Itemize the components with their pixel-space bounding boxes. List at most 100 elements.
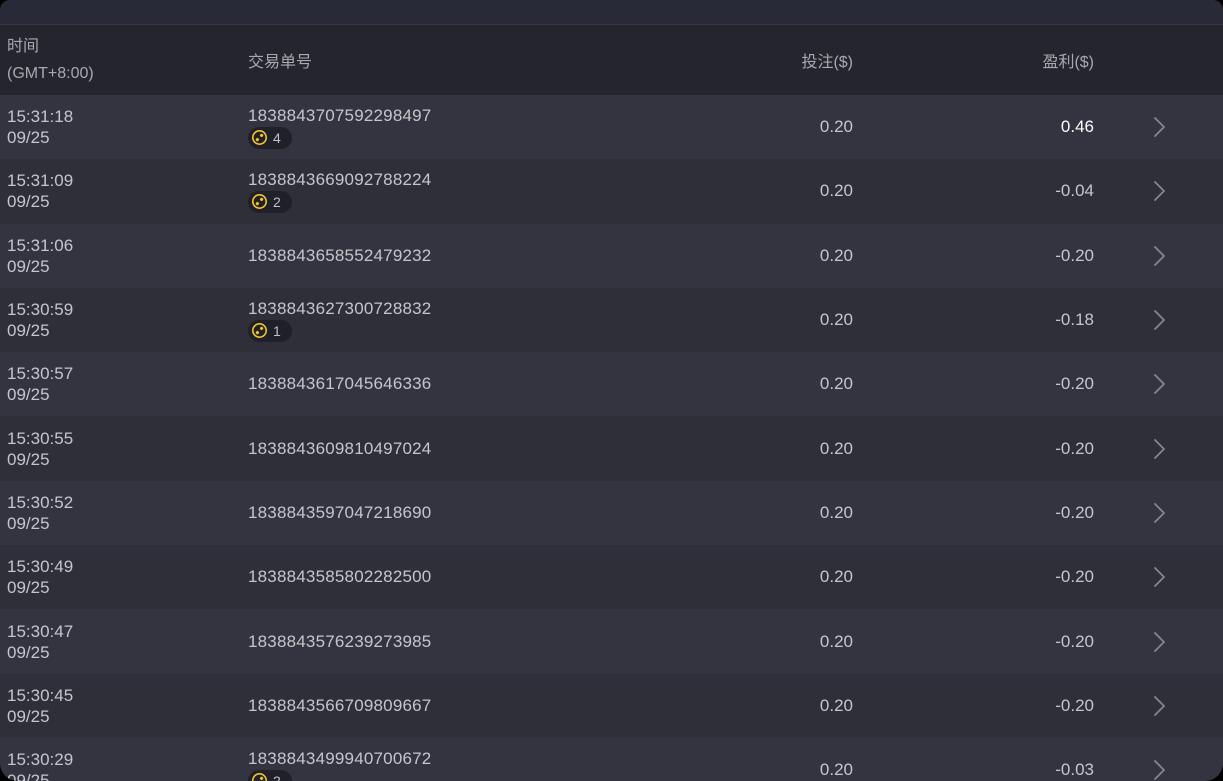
table-row[interactable]: 15:30:47 09/25 1838843576239273985 0.20 …: [0, 609, 1223, 673]
table-row[interactable]: 15:30:45 09/25 1838843566709809667 0.20 …: [0, 674, 1223, 738]
flash-circle-icon: [251, 129, 268, 146]
row-profit-value: -0.20: [853, 246, 1094, 266]
chevron-right-icon: [1146, 693, 1172, 719]
row-profit-value: -0.20: [853, 567, 1094, 587]
table-row[interactable]: 15:30:52 09/25 1838843597047218690 0.20 …: [0, 481, 1223, 545]
combo-badge-count: 2: [273, 194, 281, 210]
row-time-value: 15:30:55: [7, 428, 248, 449]
chevron-right-icon: [1146, 757, 1172, 781]
row-detail-button[interactable]: [1094, 500, 1223, 526]
row-detail-button[interactable]: [1094, 243, 1223, 269]
row-detail-button[interactable]: [1094, 757, 1223, 781]
row-profit-value: -0.04: [853, 181, 1094, 201]
combo-badge: 1: [248, 320, 292, 342]
row-detail-button[interactable]: [1094, 307, 1223, 333]
row-order: 1838843609810497024: [248, 439, 608, 459]
row-order: 1838843566709809667: [248, 696, 608, 716]
combo-badge: 4: [248, 127, 292, 149]
row-time: 15:30:45 09/25: [0, 685, 248, 727]
row-profit-value: -0.18: [853, 310, 1094, 330]
row-time: 15:31:09 09/25: [0, 170, 248, 212]
row-profit-value: -0.20: [853, 696, 1094, 716]
row-date-value: 09/25: [7, 513, 248, 534]
row-time-value: 15:30:49: [7, 556, 248, 577]
row-time-value: 15:30:47: [7, 621, 248, 642]
table-row[interactable]: 15:31:06 09/25 1838843658552479232 0.20 …: [0, 224, 1223, 288]
combo-badge-count: 1: [273, 323, 281, 339]
chevron-right-icon: [1146, 500, 1172, 526]
chevron-right-icon: [1146, 178, 1172, 204]
row-profit-value: -0.20: [853, 439, 1094, 459]
row-bet-value: 0.20: [608, 374, 853, 394]
row-profit-value: -0.20: [853, 374, 1094, 394]
combo-badge: 2: [248, 770, 292, 781]
row-bet-value: 0.20: [608, 117, 853, 137]
row-date-value: 09/25: [7, 256, 248, 277]
table-row[interactable]: 15:30:57 09/25 1838843617045646336 0.20 …: [0, 352, 1223, 416]
combo-badge-count: 2: [273, 773, 281, 781]
row-order: 1838843669092788224 2: [248, 170, 608, 213]
row-bet-value: 0.20: [608, 632, 853, 652]
table-row[interactable]: 15:31:09 09/25 1838843669092788224 2 0.2…: [0, 159, 1223, 223]
column-header-profit: 盈利($): [853, 48, 1094, 72]
chevron-right-icon: [1146, 371, 1172, 397]
flash-circle-icon: [251, 322, 268, 339]
table-row[interactable]: 15:30:59 09/25 1838843627300728832 1 0.2…: [0, 288, 1223, 352]
row-profit-value: -0.20: [853, 632, 1094, 652]
chevron-right-icon: [1146, 629, 1172, 655]
row-order-number: 1838843658552479232: [248, 246, 431, 266]
row-date-value: 09/25: [7, 577, 248, 598]
row-detail-button[interactable]: [1094, 178, 1223, 204]
column-header-time-label: 时间: [7, 33, 248, 60]
transaction-list: 15:31:18 09/25 1838843707592298497 4 0.2…: [0, 95, 1223, 781]
row-bet-value: 0.20: [608, 760, 853, 780]
window-titlebar: [0, 0, 1223, 25]
history-panel: 时间 (GMT+8:00) 交易单号 投注($) 盈利($) 15:31:18 …: [0, 0, 1223, 781]
row-date-value: 09/25: [7, 706, 248, 727]
row-time-value: 15:30:57: [7, 363, 248, 384]
row-profit-value: -0.03: [853, 760, 1094, 780]
row-detail-button[interactable]: [1094, 114, 1223, 140]
row-order: 1838843585802282500: [248, 567, 608, 587]
row-time-value: 15:31:06: [7, 235, 248, 256]
chevron-right-icon: [1146, 564, 1172, 590]
table-header: 时间 (GMT+8:00) 交易单号 投注($) 盈利($): [0, 25, 1223, 95]
column-header-order: 交易单号: [248, 48, 608, 72]
row-detail-button[interactable]: [1094, 629, 1223, 655]
row-date-value: 09/25: [7, 320, 248, 341]
row-bet-value: 0.20: [608, 696, 853, 716]
row-order: 1838843617045646336: [248, 374, 608, 394]
chevron-right-icon: [1146, 307, 1172, 333]
combo-badge: 2: [248, 191, 292, 213]
row-time: 15:30:55 09/25: [0, 428, 248, 470]
row-date-value: 09/25: [7, 127, 248, 148]
row-time-value: 15:30:45: [7, 685, 248, 706]
row-order-number: 1838843609810497024: [248, 439, 431, 459]
flash-circle-icon: [251, 193, 268, 210]
row-order-number: 1838843499940700672: [248, 749, 431, 769]
row-date-value: 09/25: [7, 642, 248, 663]
table-row[interactable]: 15:30:29 09/25 1838843499940700672 2 0.2…: [0, 738, 1223, 781]
table-row[interactable]: 15:30:55 09/25 1838843609810497024 0.20 …: [0, 416, 1223, 480]
row-time: 15:30:59 09/25: [0, 299, 248, 341]
column-header-time: 时间 (GMT+8:00): [0, 33, 248, 87]
row-time: 15:30:52 09/25: [0, 492, 248, 534]
row-order: 1838843499940700672 2: [248, 749, 608, 781]
chevron-right-icon: [1146, 114, 1172, 140]
row-bet-value: 0.20: [608, 181, 853, 201]
row-time-value: 15:31:18: [7, 106, 248, 127]
row-detail-button[interactable]: [1094, 564, 1223, 590]
row-detail-button[interactable]: [1094, 436, 1223, 462]
row-profit-value: -0.20: [853, 503, 1094, 523]
table-row[interactable]: 15:31:18 09/25 1838843707592298497 4 0.2…: [0, 95, 1223, 159]
row-time-value: 15:30:29: [7, 749, 248, 770]
table-row[interactable]: 15:30:49 09/25 1838843585802282500 0.20 …: [0, 545, 1223, 609]
row-detail-button[interactable]: [1094, 371, 1223, 397]
column-header-bet: 投注($): [608, 48, 853, 72]
row-time: 15:30:47 09/25: [0, 621, 248, 663]
row-bet-value: 0.20: [608, 567, 853, 587]
row-detail-button[interactable]: [1094, 693, 1223, 719]
combo-badge-count: 4: [273, 130, 281, 146]
row-order-number: 1838843669092788224: [248, 170, 431, 190]
row-time: 15:30:29 09/25: [0, 749, 248, 781]
